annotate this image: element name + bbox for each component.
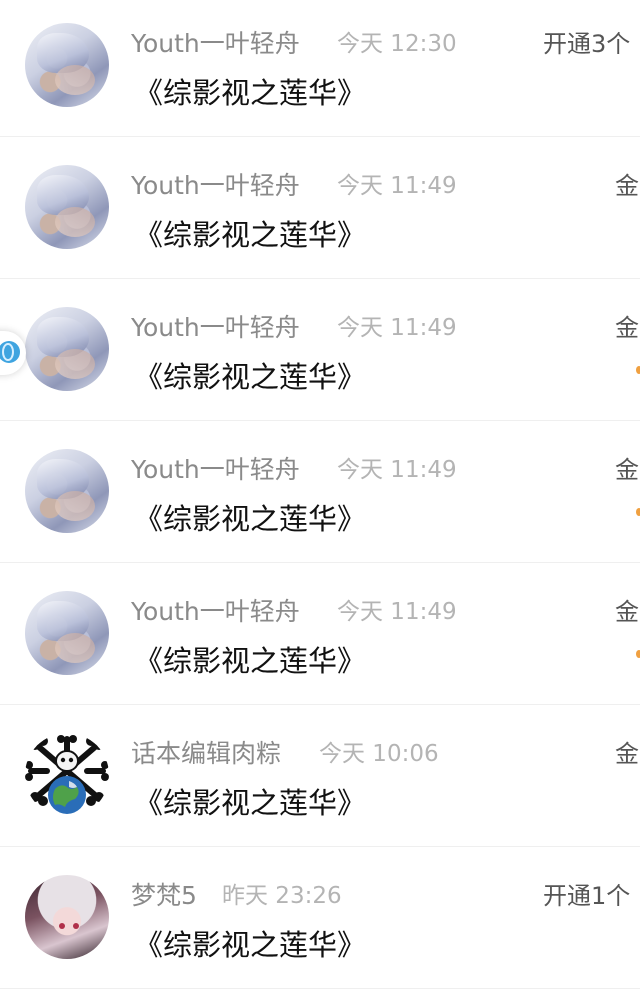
sender-name: 梦梵5: [131, 881, 197, 910]
message-title: 《综影视之莲华》: [134, 786, 367, 820]
sender-name: 话本编辑肉粽: [131, 739, 282, 768]
reward-text: 金: [615, 314, 639, 342]
timestamp: 今天 10:06: [319, 741, 439, 767]
avatar[interactable]: [25, 449, 109, 533]
message-item[interactable]: Youth一叶轻舟 今天 11:49 《综影视之莲华》 金: [0, 142, 640, 284]
message-item[interactable]: 话本编辑肉粽 今天 10:06 《综影视之莲华》 金: [0, 710, 640, 852]
avatar[interactable]: [25, 591, 109, 675]
timestamp: 今天 11:49: [337, 599, 457, 625]
message-title: 《综影视之莲华》: [134, 928, 367, 962]
timestamp: 今天 11:49: [337, 315, 457, 341]
globe-icon: [0, 341, 20, 363]
timestamp: 昨天 23:26: [222, 883, 342, 909]
message-item[interactable]: Youth一叶轻舟 今天 11:49 《综影视之莲华》 金: [0, 568, 640, 710]
reward-text: 金: [615, 456, 639, 484]
reward-text: 金: [615, 598, 639, 626]
divider: [0, 704, 640, 705]
sender-name: Youth一叶轻舟: [131, 597, 300, 626]
timestamp: 今天 12:30: [337, 31, 457, 57]
timestamp: 今天 11:49: [337, 457, 457, 483]
divider: [0, 988, 640, 989]
skull-earth-icon: [25, 735, 109, 814]
status-dot: [636, 366, 640, 374]
message-item[interactable]: Youth一叶轻舟 今天 12:30 《综影视之莲华》 开通3个: [0, 0, 640, 142]
divider: [0, 420, 640, 421]
sender-name: Youth一叶轻舟: [131, 29, 300, 58]
avatar[interactable]: [25, 733, 109, 817]
divider: [0, 562, 640, 563]
divider: [0, 846, 640, 847]
avatar[interactable]: [25, 165, 109, 249]
message-title: 《综影视之莲华》: [134, 644, 367, 678]
avatar[interactable]: [25, 875, 109, 959]
message-title: 《综影视之莲华》: [134, 360, 367, 394]
avatar[interactable]: [25, 23, 109, 107]
divider: [0, 278, 640, 279]
avatar[interactable]: [25, 307, 109, 391]
message-title: 《综影视之莲华》: [134, 76, 367, 110]
message-item[interactable]: Youth一叶轻舟 今天 11:49 《综影视之莲华》 金: [0, 426, 640, 568]
sender-name: Youth一叶轻舟: [131, 313, 300, 342]
sender-name: Youth一叶轻舟: [131, 455, 300, 484]
divider: [0, 136, 640, 137]
reward-text: 金: [615, 172, 639, 200]
timestamp: 今天 11:49: [337, 173, 457, 199]
status-dot: [636, 508, 640, 516]
sender-name: Youth一叶轻舟: [131, 171, 300, 200]
reward-text: 金: [615, 740, 639, 768]
message-title: 《综影视之莲华》: [134, 502, 367, 536]
reward-text: 开通3个: [543, 30, 631, 58]
message-list: Youth一叶轻舟 今天 12:30 《综影视之莲华》 开通3个 Youth一叶…: [0, 0, 640, 998]
status-dot: [636, 650, 640, 658]
message-item[interactable]: Youth一叶轻舟 今天 11:49 《综影视之莲华》 金: [0, 284, 640, 426]
message-title: 《综影视之莲华》: [134, 218, 367, 252]
message-item[interactable]: 梦梵5 昨天 23:26 《综影视之莲华》 开通1个: [0, 852, 640, 994]
reward-text: 开通1个: [543, 882, 631, 910]
